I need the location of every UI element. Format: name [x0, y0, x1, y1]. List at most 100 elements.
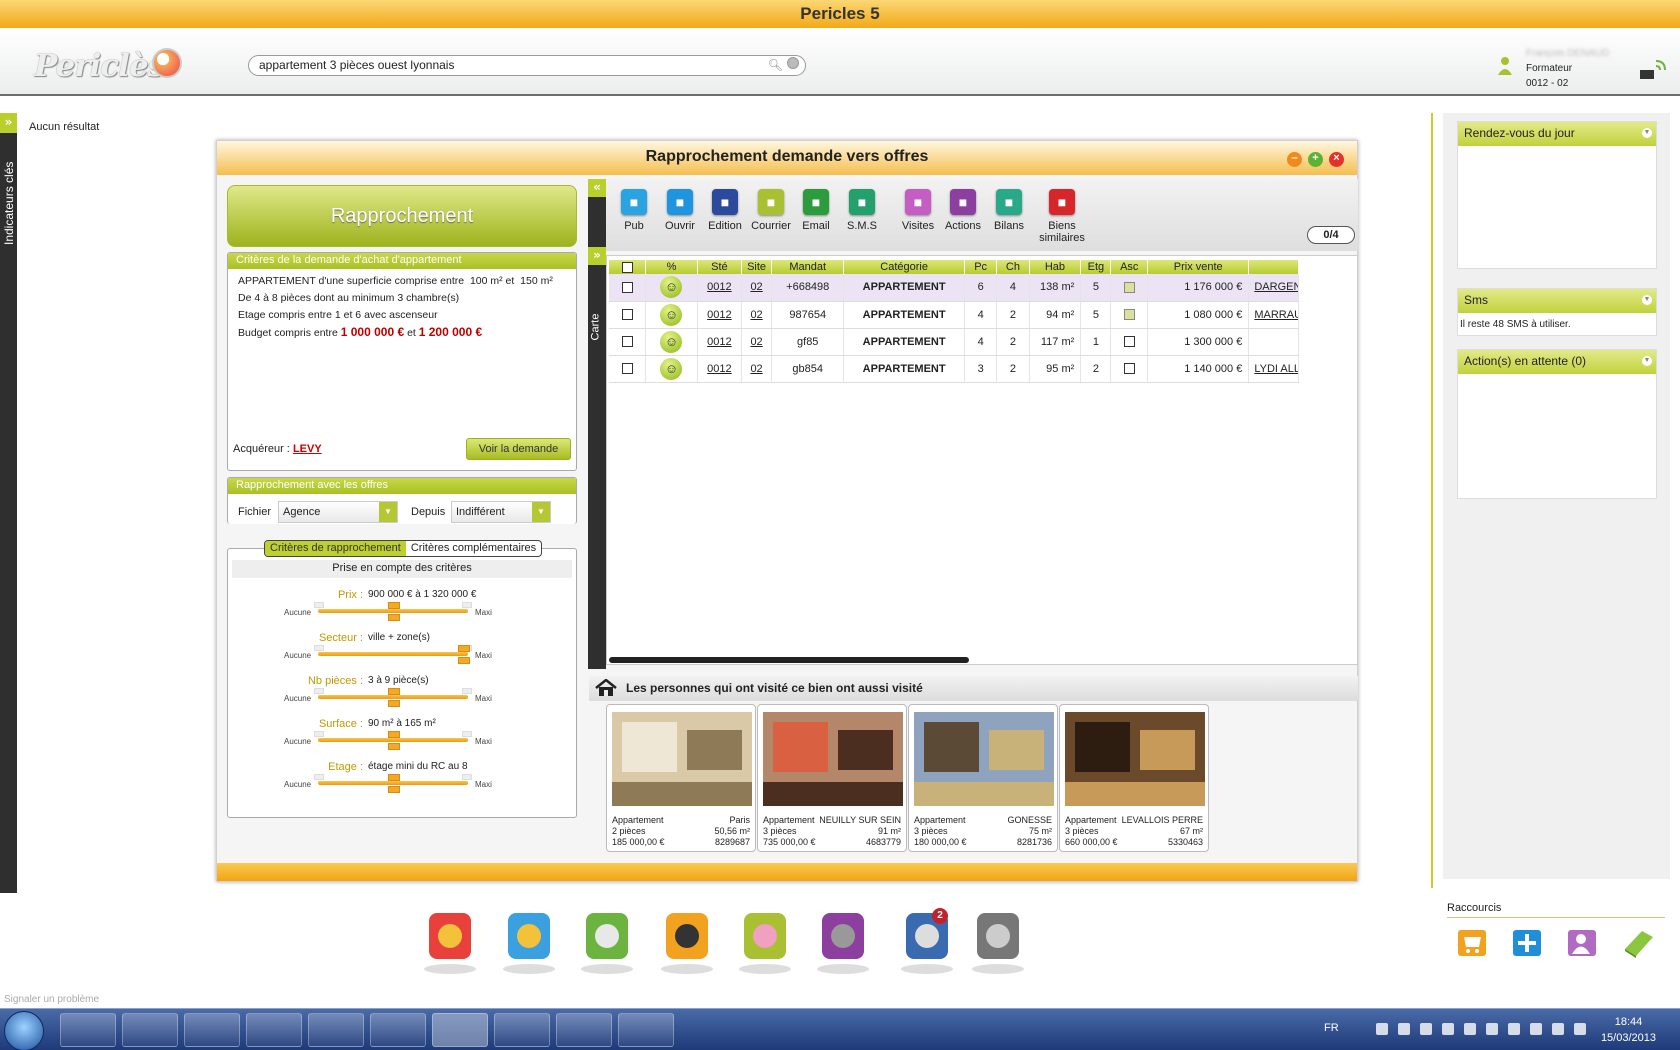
report-problem-link[interactable]: Signaler un problème — [4, 994, 99, 1005]
slider-handle-bottom[interactable] — [388, 700, 400, 707]
column-header[interactable]: Sté — [697, 260, 742, 274]
language-indicator[interactable]: FR — [1324, 1022, 1339, 1034]
clock[interactable]: 18:44 15/03/2013 — [1601, 1014, 1656, 1046]
tray-icon[interactable] — [1530, 1023, 1542, 1035]
slider-handle[interactable] — [458, 645, 470, 652]
connection-icon[interactable] — [1638, 56, 1666, 82]
book-shortcut-icon[interactable] — [1620, 925, 1656, 959]
criteria-slider[interactable]: Prix : 900 000 € à 1 320 000 € Aucune Maxi — [228, 589, 578, 632]
table-row[interactable]: ☺ 0012 02 gb854 APPARTEMENT 3 2 95 m² 2 1 140 000… — [609, 355, 1299, 383]
owner-cell[interactable]: LYDI ALL — [1248, 355, 1299, 383]
site-cell[interactable]: 02 — [741, 301, 773, 329]
tab-criteres-complementaires[interactable]: Critères complémentaires — [406, 541, 541, 556]
row-checkbox[interactable] — [621, 363, 633, 375]
expand-arrow-icon[interactable]: » — [0, 113, 17, 133]
tray-icon[interactable] — [1574, 1023, 1586, 1035]
column-header[interactable] — [1248, 260, 1299, 274]
slider-track[interactable] — [318, 652, 468, 656]
ste-cell[interactable]: 0012 — [697, 274, 742, 302]
taskbar-outlook[interactable] — [246, 1013, 302, 1047]
chevron-down-icon[interactable]: ▼ — [1642, 356, 1652, 366]
column-header[interactable]: Prix vente — [1147, 260, 1250, 274]
ste-cell[interactable]: 0012 — [697, 328, 742, 356]
tray-icon[interactable] — [1486, 1023, 1498, 1035]
collapse-arrow-icon[interactable]: « — [588, 179, 606, 197]
dock-agenda-icon[interactable] — [415, 905, 485, 977]
horizontal-scrollbar[interactable] — [609, 657, 969, 663]
slider-track[interactable] — [318, 609, 468, 613]
column-header[interactable]: Asc — [1110, 260, 1149, 274]
slider-track[interactable] — [318, 695, 468, 699]
taskbar-network[interactable] — [308, 1013, 364, 1047]
visited-property-card[interactable]: Appartement Paris 2 pièces 50,56 m² 185 000,… — [606, 704, 756, 852]
row-checkbox[interactable] — [621, 309, 633, 321]
close-icon[interactable]: × — [1329, 152, 1344, 167]
actions-header[interactable]: Action(s) en attente (0) ▼ — [1458, 350, 1656, 374]
owner-cell[interactable]: MARRAU — [1248, 301, 1299, 329]
dock-mail-icon[interactable] — [572, 905, 642, 977]
minimize-icon[interactable]: – — [1287, 152, 1302, 167]
dock-contacts-icon[interactable] — [730, 905, 800, 977]
ste-cell[interactable]: 0012 — [697, 301, 742, 329]
select-all-checkbox[interactable] — [621, 261, 633, 273]
slider-handle[interactable] — [388, 688, 400, 695]
rdv-header[interactable]: Rendez-vous du jour ▼ — [1458, 122, 1656, 146]
toolbar-button-bilans[interactable]: ■ Bilans — [981, 189, 1037, 232]
indicators-tab[interactable]: » Indicateurs clés — [0, 113, 17, 893]
column-header[interactable]: % — [645, 260, 698, 274]
taskbar-internet-explorer[interactable] — [184, 1013, 240, 1047]
chevron-down-icon[interactable]: ▼ — [379, 502, 397, 522]
dock-statistics-icon[interactable] — [494, 905, 564, 977]
slider-track[interactable] — [318, 781, 468, 785]
table-row[interactable]: ☺ 0012 02 gf85 APPARTEMENT 4 2 117 m² 1 1 300 000… — [609, 328, 1299, 356]
slider-handle[interactable] — [388, 774, 400, 781]
taskbar-explorer[interactable] — [122, 1013, 178, 1047]
search-input[interactable]: appartement 3 pièces ouest lyonnais 🔍︎ — [248, 55, 806, 76]
slider-handle-bottom[interactable] — [388, 614, 400, 621]
slider-handle-bottom[interactable] — [458, 657, 470, 664]
site-cell[interactable]: 02 — [741, 274, 773, 302]
slider-handle-bottom[interactable] — [388, 743, 400, 750]
criteria-slider[interactable]: Secteur : ville + zone(s) Aucune Maxi — [228, 632, 578, 675]
toolbar-button-s-m-s[interactable]: ■ S.M.S — [834, 189, 890, 232]
slider-handle[interactable] — [388, 602, 400, 609]
start-button[interactable] — [4, 1011, 44, 1050]
row-checkbox-cell[interactable] — [609, 301, 647, 329]
select-all-header[interactable] — [609, 260, 647, 274]
column-header[interactable]: Catégorie — [843, 260, 965, 274]
maximize-icon[interactable]: + — [1308, 152, 1323, 167]
criteria-slider[interactable]: Nb pièces : 3 à 9 pièce(s) Aucune Maxi — [228, 675, 578, 718]
tray-icon[interactable] — [1420, 1023, 1432, 1035]
chevron-down-icon[interactable]: ▼ — [1642, 128, 1652, 138]
taskbar-pictures[interactable] — [618, 1013, 674, 1047]
dock-search-map-icon[interactable] — [652, 905, 722, 977]
add-shortcut-icon[interactable] — [1510, 925, 1546, 959]
slider-handle[interactable] — [388, 731, 400, 738]
pericles-logo[interactable]: Periclès — [34, 48, 165, 84]
table-row[interactable]: ☺ 0012 02 +668498 APPARTEMENT 6 4 138 m² 5 1 176 … — [609, 274, 1299, 302]
tab-criteres-rapprochement[interactable]: Critères de rapprochement — [265, 541, 406, 556]
depuis-select[interactable]: Indifférent ▼ — [451, 501, 551, 523]
tray-icon[interactable] — [1398, 1023, 1410, 1035]
dock-trash-icon[interactable] — [963, 905, 1033, 977]
visited-property-card[interactable]: Appartement LEVALLOIS PERRE 3 pièces 67 m² 6… — [1059, 704, 1209, 852]
owner-cell[interactable]: DARGENT — [1248, 274, 1299, 302]
cart-shortcut-icon[interactable] — [1455, 925, 1491, 959]
taskbar-access[interactable] — [494, 1013, 550, 1047]
carte-sidebar[interactable]: « » Carte — [588, 179, 606, 669]
row-checkbox-cell[interactable] — [609, 355, 647, 383]
chevron-down-icon[interactable]: ▼ — [532, 502, 550, 522]
taskbar-media-player[interactable] — [60, 1013, 116, 1047]
column-header[interactable]: Hab — [1029, 260, 1082, 274]
column-header[interactable]: Etg — [1080, 260, 1112, 274]
fichier-select[interactable]: Agence ▼ — [278, 501, 398, 523]
tray-icon[interactable] — [1552, 1023, 1564, 1035]
criteria-slider[interactable]: Etage : étage mini du RC au 8 Aucune Maxi — [228, 761, 578, 804]
voir-demande-button[interactable]: Voir la demande — [466, 438, 571, 460]
expand-map-arrow-icon[interactable]: » — [588, 247, 606, 265]
taskbar-acrobat[interactable] — [370, 1013, 426, 1047]
criteria-slider[interactable]: Surface : 90 m² à 165 m² Aucune Maxi — [228, 718, 578, 761]
table-row[interactable]: ☺ 0012 02 987654 APPARTEMENT 4 2 94 m² 5 1 080 00… — [609, 301, 1299, 329]
row-checkbox-cell[interactable] — [609, 274, 647, 302]
contact-shortcut-icon[interactable] — [1565, 925, 1601, 959]
